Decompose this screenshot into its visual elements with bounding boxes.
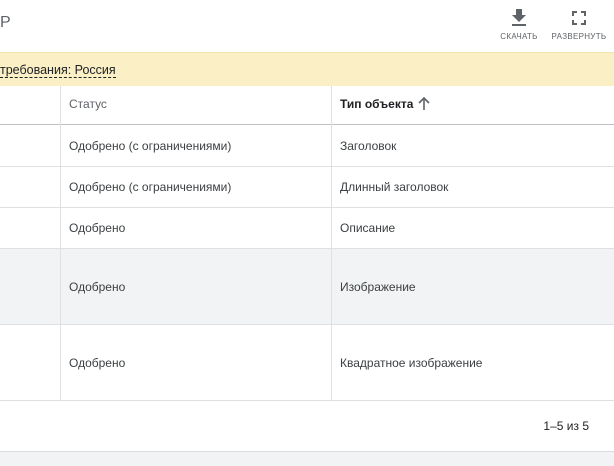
column-header-status[interactable]: Статус: [69, 97, 107, 111]
fullscreen-icon: [567, 6, 591, 30]
report-title: Р: [0, 14, 11, 31]
row-type: Описание: [340, 221, 396, 235]
table-row[interactable]: Одобрено Изображение: [0, 249, 614, 325]
row-status: Одобрено: [69, 280, 126, 294]
expand-label: РАЗВЕРНУТЬ: [551, 32, 607, 41]
column-divider: [60, 86, 61, 400]
row-type: Изображение: [340, 280, 416, 294]
table-row[interactable]: Одобрено Описание: [0, 208, 614, 249]
column-header-type[interactable]: Тип объекта: [340, 97, 413, 111]
row-type: Заголовок: [340, 139, 397, 153]
download-label: СКАЧАТЬ: [500, 32, 538, 41]
pagination-status: 1–5 из 5: [543, 419, 589, 433]
table-row[interactable]: Одобрено Квадратное изображение: [0, 325, 614, 401]
filter-banner: требования: Россия: [0, 52, 614, 86]
row-status: Одобрено: [69, 356, 126, 370]
expand-button[interactable]: РАЗВЕРНУТЬ: [549, 6, 609, 41]
report-card: Р СКАЧАТЬ РАЗВЕРНУТЬ требования: Россия …: [0, 0, 614, 452]
table-header: Статус Тип объекта: [0, 86, 614, 125]
table-row[interactable]: Одобрено (с ограничениями) Длинный загол…: [0, 167, 614, 208]
row-status: Одобрено: [69, 221, 126, 235]
card-toolbar: Р СКАЧАТЬ РАЗВЕРНУТЬ: [0, 0, 614, 52]
download-icon: [507, 6, 531, 30]
arrow-up-icon[interactable]: [417, 96, 431, 117]
row-type: Квадратное изображение: [340, 356, 483, 370]
column-divider: [331, 86, 332, 400]
download-button[interactable]: СКАЧАТЬ: [489, 6, 549, 41]
row-type: Длинный заголовок: [340, 180, 449, 194]
table-row[interactable]: Одобрено (с ограничениями) Заголовок: [0, 125, 614, 167]
row-status: Одобрено (с ограничениями): [69, 139, 232, 153]
row-status: Одобрено (с ограничениями): [69, 180, 232, 194]
filter-banner-text[interactable]: требования: Россия: [0, 63, 116, 78]
